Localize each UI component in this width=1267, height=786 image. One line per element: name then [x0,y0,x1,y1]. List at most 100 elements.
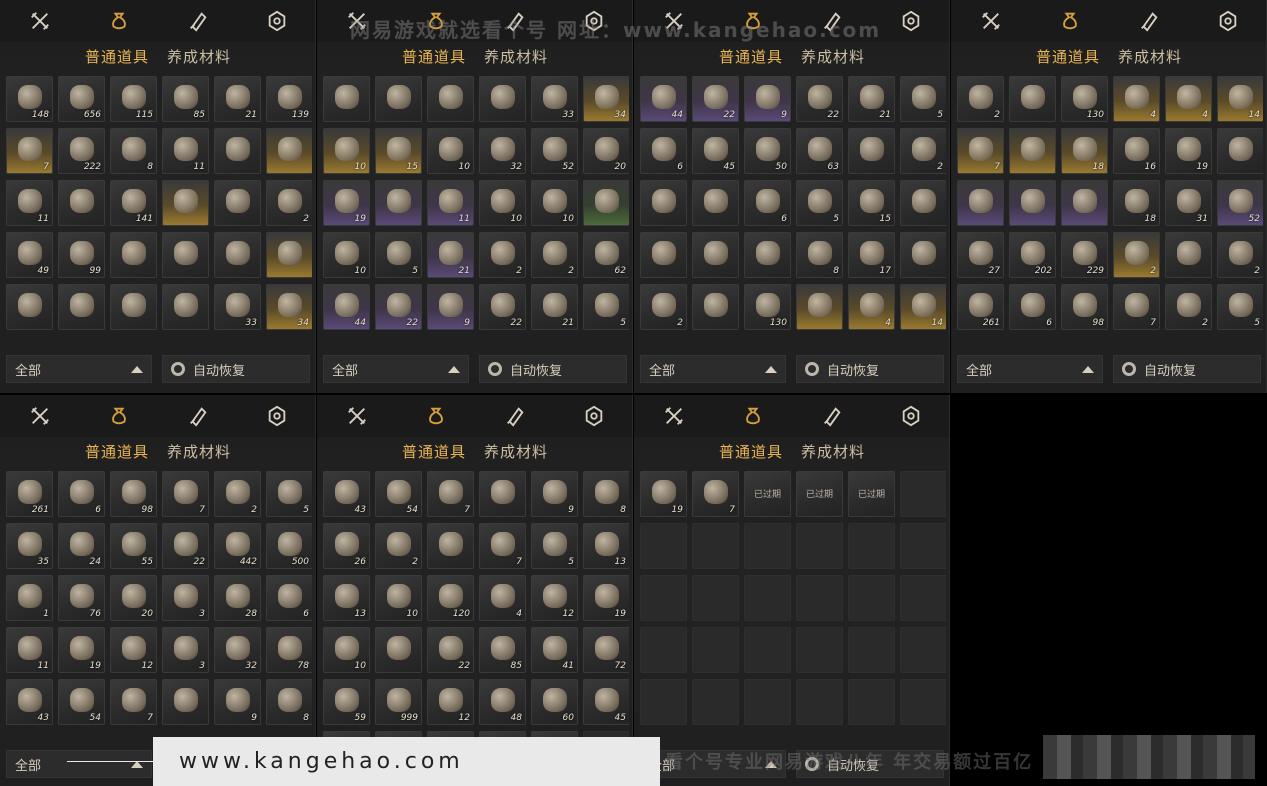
item-slot[interactable] [58,180,105,226]
item-slot[interactable]: 11 [6,627,53,673]
item-slot[interactable]: 5 [583,284,629,330]
filter-dropdown[interactable]: 全部 [6,355,152,383]
item-slot[interactable]: 49 [6,232,53,278]
item-slot[interactable] [1009,180,1056,226]
item-slot[interactable]: 19 [58,627,105,673]
item-slot[interactable]: 98 [110,471,157,517]
item-slot[interactable]: 10 [479,180,526,226]
item-slot[interactable]: 54 [375,471,422,517]
item-slot[interactable]: 8 [796,232,843,278]
tab-materials[interactable]: 养成材料 [484,441,548,462]
item-slot[interactable]: 10 [375,575,422,621]
item-slot[interactable] [375,76,422,122]
tab-materials[interactable]: 养成材料 [167,46,231,67]
tab-common[interactable]: 普通道具 [1036,46,1100,67]
scroll-icon[interactable] [1134,6,1164,36]
item-slot[interactable] [692,523,739,569]
item-slot[interactable] [692,180,739,226]
item-slot[interactable]: 2 [1165,284,1212,330]
item-slot[interactable]: 22 [796,76,843,122]
item-slot[interactable]: 10 [531,180,578,226]
item-slot[interactable]: 41 [531,627,578,673]
item-slot[interactable]: 15 [375,128,422,174]
crossed-swords-icon[interactable] [25,6,55,36]
item-slot[interactable]: 2 [1113,232,1160,278]
item-slot[interactable] [323,76,370,122]
item-slot[interactable]: 6 [1009,284,1056,330]
item-slot[interactable]: 45 [692,128,739,174]
item-slot[interactable] [214,180,261,226]
item-slot[interactable] [848,523,895,569]
filter-dropdown[interactable]: 全部 [6,750,152,778]
item-slot[interactable]: 59 [323,679,370,725]
item-slot[interactable]: 12 [531,575,578,621]
item-slot[interactable] [1009,76,1056,122]
item-slot[interactable]: 5 [375,232,422,278]
item-slot[interactable]: 98 [1061,284,1108,330]
item-slot[interactable]: 13 [323,575,370,621]
item-slot[interactable]: 11 [162,128,209,174]
item-slot[interactable]: 2 [900,128,946,174]
item-slot[interactable]: 24 [58,523,105,569]
item-slot[interactable] [796,523,843,569]
item-slot[interactable] [427,523,474,569]
pouch-icon[interactable] [104,6,134,36]
item-slot[interactable]: 4 [848,284,895,330]
item-slot[interactable]: 19 [1165,128,1212,174]
item-slot[interactable]: 5 [900,76,946,122]
item-slot[interactable] [640,180,687,226]
item-slot[interactable] [744,232,791,278]
item-slot[interactable]: 60 [531,679,578,725]
pouch-icon[interactable] [738,401,768,431]
item-slot[interactable]: 8 [266,679,312,725]
item-slot[interactable] [692,232,739,278]
item-slot[interactable] [900,180,946,226]
item-slot[interactable]: 22 [427,627,474,673]
item-slot[interactable]: 8 [110,128,157,174]
item-slot[interactable] [1009,128,1056,174]
item-slot[interactable] [162,232,209,278]
item-slot[interactable]: 2 [1217,232,1263,278]
item-slot[interactable] [848,627,895,673]
item-slot[interactable]: 85 [479,627,526,673]
item-slot[interactable]: 78 [266,627,312,673]
item-slot[interactable]: 45 [583,679,629,725]
item-slot[interactable] [640,627,687,673]
scroll-icon[interactable] [183,6,213,36]
auto-restore-button[interactable]: 自动恢复 [479,355,627,383]
item-slot[interactable] [692,627,739,673]
item-slot[interactable]: 22 [375,284,422,330]
tab-materials[interactable]: 养成材料 [484,46,548,67]
item-slot[interactable]: 4 [1113,76,1160,122]
tab-common[interactable]: 普通道具 [719,441,783,462]
item-slot[interactable]: 26 [323,523,370,569]
item-slot[interactable]: 34 [583,76,629,122]
item-slot[interactable]: 6 [266,575,312,621]
item-slot[interactable]: 21 [848,76,895,122]
item-slot[interactable] [848,128,895,174]
crossed-swords-icon[interactable] [25,401,55,431]
item-slot[interactable] [110,232,157,278]
badge-icon[interactable] [896,6,926,36]
item-slot[interactable]: 20 [583,128,629,174]
auto-restore-button[interactable]: 自动恢复 [1113,355,1261,383]
item-slot[interactable] [744,679,791,725]
item-slot[interactable]: 9 [744,76,791,122]
pouch-icon[interactable] [421,401,451,431]
item-slot[interactable] [266,128,312,174]
item-slot[interactable]: 8 [583,471,629,517]
item-slot[interactable]: 55 [110,523,157,569]
item-slot[interactable]: 已过期 [796,471,843,517]
tab-common[interactable]: 普通道具 [402,46,466,67]
item-slot[interactable]: 34 [266,284,312,330]
tab-materials[interactable]: 养成材料 [801,441,865,462]
item-slot[interactable] [900,523,946,569]
item-slot[interactable]: 14 [1217,76,1263,122]
item-slot[interactable]: 3 [162,627,209,673]
item-slot[interactable]: 22 [479,284,526,330]
item-slot[interactable] [583,180,629,226]
item-slot[interactable]: 2 [266,180,312,226]
tab-common[interactable]: 普通道具 [85,441,149,462]
tab-common[interactable]: 普通道具 [402,441,466,462]
item-slot[interactable]: 120 [427,575,474,621]
